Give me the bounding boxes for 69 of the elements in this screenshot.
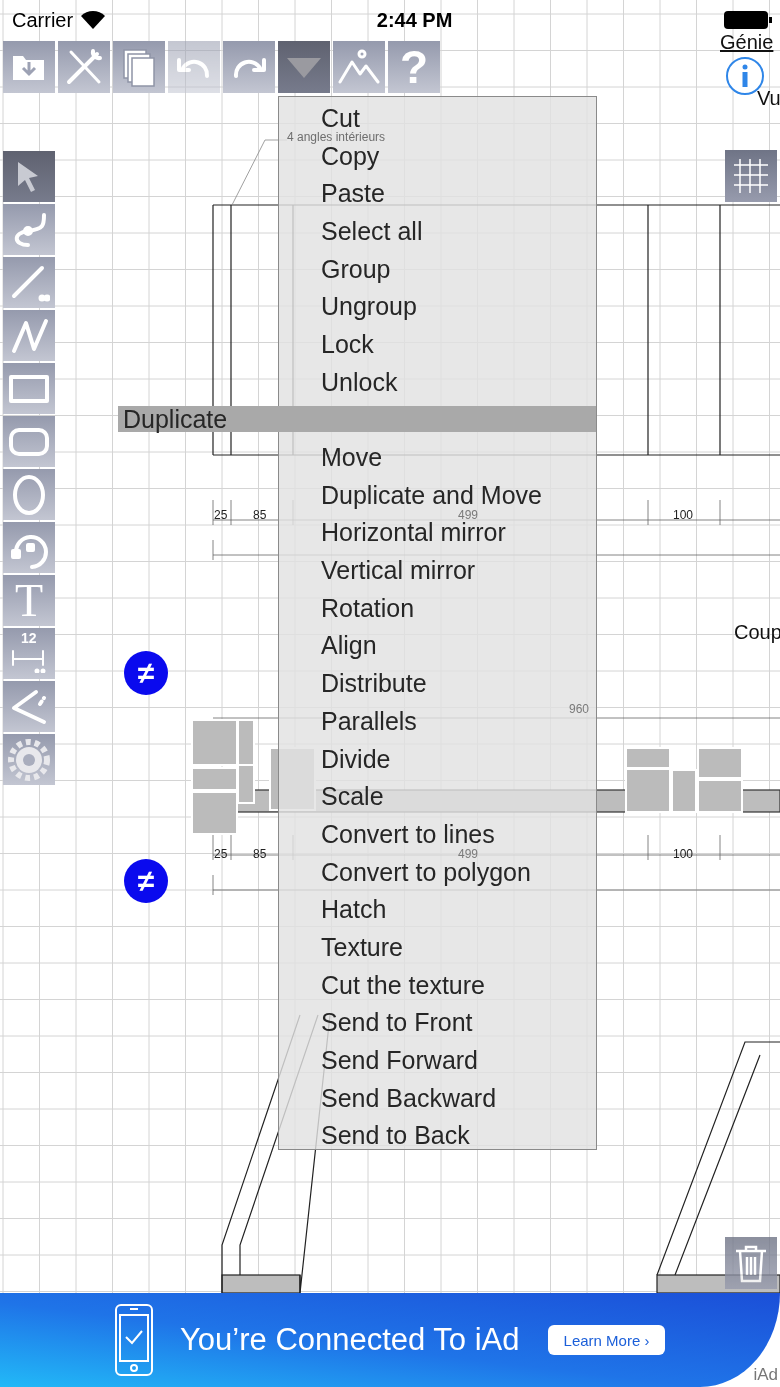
menu-item[interactable]: Lock bbox=[279, 330, 374, 357]
menu-item[interactable]: Send to Back bbox=[279, 1122, 470, 1149]
pages-tool-button[interactable] bbox=[113, 41, 165, 93]
constraint-marker[interactable]: ≠ bbox=[124, 651, 168, 695]
phone-check-icon bbox=[114, 1303, 154, 1377]
dimension-label: 499 bbox=[458, 848, 479, 860]
menu-item[interactable]: Convert to lines bbox=[279, 820, 495, 847]
ad-brand-label: iAd bbox=[753, 1365, 778, 1385]
clock-label: 2:44 PM bbox=[376, 8, 453, 32]
dimension-label: 25 bbox=[214, 509, 228, 521]
rotate-tool-button[interactable] bbox=[3, 522, 55, 573]
menu-item[interactable]: Group bbox=[279, 255, 391, 282]
constraint-marker[interactable]: ≠ bbox=[124, 859, 168, 903]
trash-button[interactable] bbox=[725, 1237, 777, 1289]
rectangle-tool-button[interactable] bbox=[3, 363, 55, 414]
menu-item[interactable]: Horizontal mirror bbox=[279, 519, 506, 546]
line-tool-button[interactable] bbox=[3, 257, 55, 308]
view-title: Génie bbox=[720, 32, 774, 52]
menu-item[interactable]: Convert to polygon bbox=[279, 858, 531, 885]
polyline-tool-button[interactable] bbox=[3, 310, 55, 361]
dimension-label: 25 bbox=[214, 848, 228, 860]
dropdown-tool-button[interactable] bbox=[278, 41, 330, 93]
terrain-tool-button[interactable] bbox=[333, 41, 385, 93]
annotation-text: 4 angles intérieurs bbox=[287, 131, 386, 143]
gear-icon bbox=[8, 738, 50, 781]
learn-more-button[interactable]: Learn More › bbox=[547, 1325, 666, 1355]
menu-item[interactable]: Align bbox=[279, 632, 377, 659]
tools-tool-button[interactable] bbox=[58, 41, 110, 93]
menu-item[interactable]: Select all bbox=[279, 217, 423, 244]
wifi-icon bbox=[81, 11, 106, 29]
menu-item[interactable]: Cut the texture bbox=[279, 971, 485, 998]
menu-item[interactable]: Scale bbox=[279, 783, 384, 810]
menu-item[interactable]: Paste bbox=[279, 180, 385, 207]
dimension-label: 960 bbox=[569, 703, 590, 715]
dimension-label: 85 bbox=[253, 848, 267, 860]
menu-item[interactable]: Distribute bbox=[279, 670, 427, 697]
view-title: Vu bbox=[757, 88, 780, 108]
ad-message: You’re Connected To iAd bbox=[180, 1322, 520, 1358]
menu-item[interactable]: Unlock bbox=[279, 368, 398, 395]
rounded-tool-button[interactable] bbox=[3, 416, 55, 467]
pointer-tool-button[interactable] bbox=[3, 151, 55, 202]
dimension-label: 100 bbox=[673, 509, 694, 521]
curve-tool-button[interactable] bbox=[3, 204, 55, 255]
menu-item[interactable]: Move bbox=[279, 444, 383, 471]
folder-tool-button[interactable] bbox=[3, 41, 55, 93]
menu-item[interactable]: Divide bbox=[279, 745, 391, 772]
menu-item[interactable]: Parallels bbox=[279, 707, 417, 734]
dimension-label: 100 bbox=[673, 848, 694, 860]
menu-item[interactable]: Ungroup bbox=[279, 293, 417, 320]
settings-tool-button[interactable] bbox=[3, 734, 55, 785]
dimension-label: 85 bbox=[253, 509, 267, 521]
ellipse-tool-button[interactable] bbox=[3, 469, 55, 520]
menu-item[interactable]: Texture bbox=[279, 933, 403, 960]
dimension-label: 499 bbox=[458, 509, 479, 521]
carrier-label: Carrier bbox=[12, 8, 74, 32]
menu-item[interactable]: Duplicate and Move bbox=[279, 481, 542, 508]
angle-tool-button[interactable] bbox=[3, 681, 55, 732]
battery-icon bbox=[724, 11, 772, 29]
menu-item[interactable]: Send to Front bbox=[279, 1009, 473, 1036]
menu-item[interactable]: Send Backward bbox=[279, 1084, 497, 1111]
menu-item[interactable]: Duplicate bbox=[118, 406, 596, 433]
menu-item[interactable]: Hatch bbox=[279, 896, 387, 923]
menu-item[interactable]: Cut bbox=[279, 104, 360, 131]
grid-button[interactable] bbox=[725, 150, 777, 202]
redo-tool-button[interactable] bbox=[223, 41, 275, 93]
dimension-icon bbox=[11, 648, 47, 673]
menu-item[interactable]: Rotation bbox=[279, 594, 415, 621]
menu-item[interactable]: Send Forward bbox=[279, 1047, 479, 1074]
menu-item[interactable]: Vertical mirror bbox=[279, 557, 476, 584]
